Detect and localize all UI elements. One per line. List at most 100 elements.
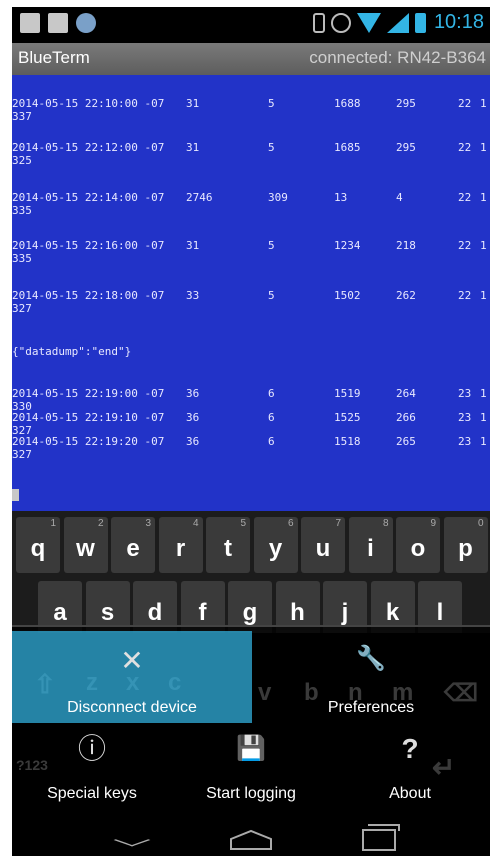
terminal-cell-ts: 2014-05-15 22:12:00 -07 (12, 141, 165, 154)
key-w[interactable]: 2w (63, 517, 108, 573)
key-r[interactable]: 4r (158, 517, 203, 573)
key-hint: 2 (97, 518, 104, 529)
start-logging-button[interactable]: 💾 Start logging (172, 727, 330, 815)
terminal-row: 2014-05-15 22:19:20 -07 36 6 1518 265 23 1 327 (12, 435, 490, 465)
terminal-cell-ts: 2014-05-15 22:16:00 -07 (12, 239, 165, 252)
home-icon[interactable] (229, 829, 273, 851)
key-label: r (175, 535, 186, 562)
info-icon: ⓘ (77, 733, 106, 764)
terminal-cell-c4: 266 (396, 411, 416, 424)
key-p[interactable]: 0p (443, 517, 488, 573)
terminal-cell-c2: 5 (268, 141, 275, 154)
terminal-cell-c3: 1525 (334, 411, 361, 424)
mail-icon (48, 13, 68, 33)
terminal-cell-c6: 1 (480, 435, 487, 448)
key-hint: 7 (335, 518, 341, 529)
disconnect-device-label: Disconnect device (67, 699, 197, 716)
terminal-cell-c2: 5 (268, 239, 275, 252)
wrench-icon: 🔧 (356, 645, 386, 672)
start-logging-label: Start logging (206, 785, 296, 802)
terminal-cell-cont: 335 (12, 252, 32, 265)
terminal-cell-c1: 31 (186, 239, 200, 252)
terminal-cell-c6: 1 (480, 239, 487, 252)
terminal-cell-c6: 1 (480, 289, 487, 302)
preferences-label: Preferences (327, 699, 415, 716)
terminal-cell-ts: 2014-05-15 22:10:00 -07 (12, 97, 165, 110)
alarm-icon (330, 12, 351, 33)
terminal-cell-c1: 31 (186, 97, 200, 110)
key-hint: 5 (240, 518, 246, 529)
options-menu: ⇧ z x c v b n m ⌫ ?123 ↵ ✕ Disconnect de… (12, 625, 490, 817)
key-label: e (126, 535, 140, 562)
connection-status: connected: RN42-B364 (309, 48, 486, 67)
terminal-cell-c6: 1 (480, 97, 487, 110)
key-o[interactable]: 9o (396, 517, 440, 573)
key-label: o (410, 535, 426, 562)
key-hint: 6 (287, 518, 294, 529)
signal-icon (386, 12, 409, 33)
recent-apps-icon[interactable] (362, 824, 400, 851)
terminal-cell-c3: 1518 (334, 435, 361, 448)
terminal-row: 2014-05-15 22:10:00 -07 31 5 1688 295 22 1 337 (12, 97, 490, 127)
phone-screen: 10:18 BlueTerm connected: RN42-B364 2014… (12, 7, 490, 856)
terminal-cell-ts: 2014-05-15 22:14:00 -07 (12, 191, 165, 204)
terminal-cell-c4: 264 (396, 387, 416, 400)
terminal-cell-c6: 1 (480, 141, 487, 154)
key-label: f (198, 599, 207, 626)
terminal-output[interactable]: 2014-05-15 22:10:00 -07 31 5 1688 295 22 1 337 2… (12, 75, 490, 511)
special-keys-button[interactable]: ⓘ Special keys (12, 727, 172, 815)
key-label: i (367, 535, 374, 562)
terminal-cell-c5: 23 (458, 387, 472, 400)
preferences-button[interactable]: 🔧 Preferences (252, 631, 490, 723)
key-label: j (341, 599, 349, 626)
terminal-cell-c1: 36 (186, 387, 200, 400)
terminal-cell-ts: 2014-05-15 22:19:20 -07 (12, 435, 165, 448)
terminal-cell-c3: 1502 (334, 289, 361, 302)
terminal-cell-cont: 335 (12, 204, 32, 217)
key-u[interactable]: 7u (301, 517, 345, 573)
key-q[interactable]: 1q (16, 517, 60, 573)
status-bar: 10:18 (12, 7, 490, 43)
about-label: About (389, 785, 431, 802)
key-hint: 3 (145, 518, 151, 529)
key-e[interactable]: 3e (111, 517, 155, 573)
terminal-cell-cont: 327 (12, 302, 32, 315)
app-title: BlueTerm (18, 48, 90, 67)
key-y[interactable]: 6y (253, 517, 298, 573)
key-label: g (242, 599, 258, 626)
terminal-cell-c5: 23 (458, 411, 472, 424)
terminal-cell-ts: 2014-05-15 22:19:00 -07 (12, 387, 165, 400)
key-label: l (436, 599, 444, 626)
terminal-cell-c2: 6 (268, 411, 275, 424)
key-hint: 4 (192, 518, 199, 529)
globe-icon (76, 13, 96, 33)
key-label: q (30, 535, 46, 562)
disconnect-device-button[interactable]: ✕ Disconnect device (12, 631, 252, 723)
battery-icon (414, 12, 426, 33)
wifi-icon (356, 12, 381, 33)
special-keys-label: Special keys (47, 785, 137, 802)
key-hint: 9 (430, 518, 436, 529)
terminal-cell-cont: 325 (12, 154, 32, 167)
clock: 10:18 (433, 11, 484, 33)
key-label: u (315, 535, 331, 562)
key-label: t (224, 535, 232, 562)
key-t[interactable]: 5t (206, 517, 250, 573)
terminal-row: 2014-05-15 22:16:00 -07 31 5 1234 218 22 1 335 (12, 239, 490, 269)
back-icon[interactable] (113, 833, 151, 847)
key-i[interactable]: 8i (348, 517, 393, 573)
help-icon: ? (401, 733, 419, 764)
terminal-cell-ts: 2014-05-15 22:18:00 -07 (12, 289, 165, 302)
key-label: s (100, 599, 115, 626)
soft-keyboard[interactable]: 1q2w3e4r5t6y7u8i9o0pasdfghjkl (12, 511, 490, 633)
terminal-cell-c1: 36 (186, 411, 200, 424)
terminal-cell-c4: 295 (396, 141, 416, 154)
terminal-cell-c5: 23 (458, 435, 472, 448)
key-label: p (458, 535, 473, 562)
key-label: k (385, 599, 400, 626)
terminal-cell-c2: 6 (268, 387, 275, 400)
terminal-cell-c6: 1 (480, 191, 487, 204)
terminal-cell-c6: 1 (480, 387, 487, 400)
about-button[interactable]: ? About (330, 727, 490, 815)
bluetooth-icon (312, 12, 325, 33)
